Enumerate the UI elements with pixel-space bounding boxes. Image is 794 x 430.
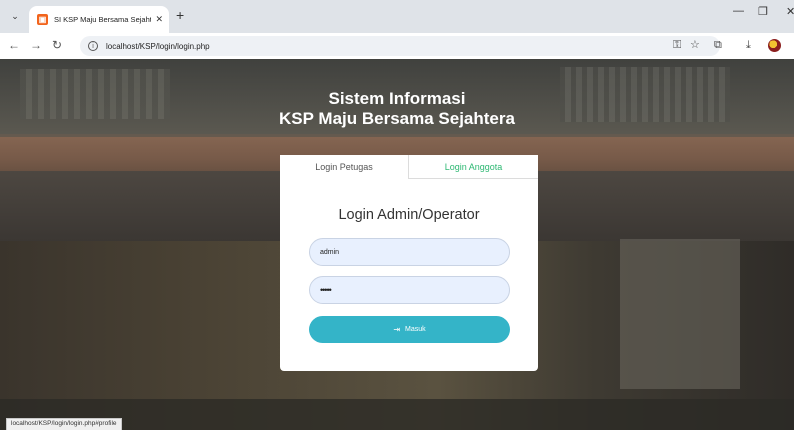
page-title-line1: Sistem Informasi	[328, 89, 466, 108]
extensions-icon[interactable]: ⧉	[714, 38, 722, 52]
sign-in-icon: ⇥	[393, 325, 401, 334]
url-text[interactable]: localhost/KSP/login/login.php	[106, 42, 210, 51]
tab-login-anggota[interactable]: Login Anggota	[409, 155, 538, 179]
browser-tabstrip: ⌄ ▣ SI KSP Maju Bersama Sejahtera ✕ + — …	[0, 0, 794, 33]
browser-tab[interactable]: ▣ SI KSP Maju Bersama Sejahtera ✕	[29, 6, 169, 33]
browser-toolbar: ← → ↻ i localhost/KSP/login/login.php ⚿ …	[0, 33, 794, 59]
close-window-icon[interactable]: ✕	[786, 5, 794, 18]
bookmark-star-icon[interactable]: ☆	[690, 38, 700, 52]
page-viewport: Sistem Informasi KSP Maju Bersama Sejaht…	[0, 59, 794, 430]
minimize-icon[interactable]: —	[733, 5, 744, 17]
forward-icon[interactable]: →	[30, 38, 42, 52]
site-info-icon[interactable]: i	[88, 41, 98, 51]
tab-list-icon[interactable]: ⌄	[6, 7, 24, 25]
profile-avatar[interactable]	[768, 39, 781, 52]
download-icon[interactable]: ⤓	[746, 38, 751, 52]
tab-login-petugas[interactable]: Login Petugas	[280, 155, 409, 179]
login-card: Login Petugas Login Anggota Login Admin/…	[280, 155, 538, 371]
close-tab-icon[interactable]: ✕	[155, 14, 163, 25]
favicon-icon: ▣	[37, 14, 48, 25]
restore-icon[interactable]: ❐	[758, 5, 768, 18]
login-tabs: Login Petugas Login Anggota	[280, 155, 538, 179]
back-icon[interactable]: ←	[8, 38, 20, 52]
login-button[interactable]: ⇥ Masuk	[309, 316, 510, 343]
tab-title: SI KSP Maju Bersama Sejahtera	[54, 15, 152, 24]
status-bar-url: localhost/KSP/login/login.php#profile	[6, 418, 122, 430]
address-bar[interactable]: i localhost/KSP/login/login.php	[80, 36, 720, 56]
new-tab-icon[interactable]: +	[176, 8, 184, 22]
page-title-line2: KSP Maju Bersama Sejahtera	[279, 109, 515, 128]
form-title: Login Admin/Operator	[338, 207, 480, 223]
password-input[interactable]: •••••	[309, 276, 510, 304]
password-key-icon[interactable]: ⚿	[673, 38, 681, 52]
username-input[interactable]: admin	[309, 238, 510, 266]
login-button-label: Masuk	[405, 326, 426, 333]
reload-icon[interactable]: ↻	[52, 38, 62, 52]
